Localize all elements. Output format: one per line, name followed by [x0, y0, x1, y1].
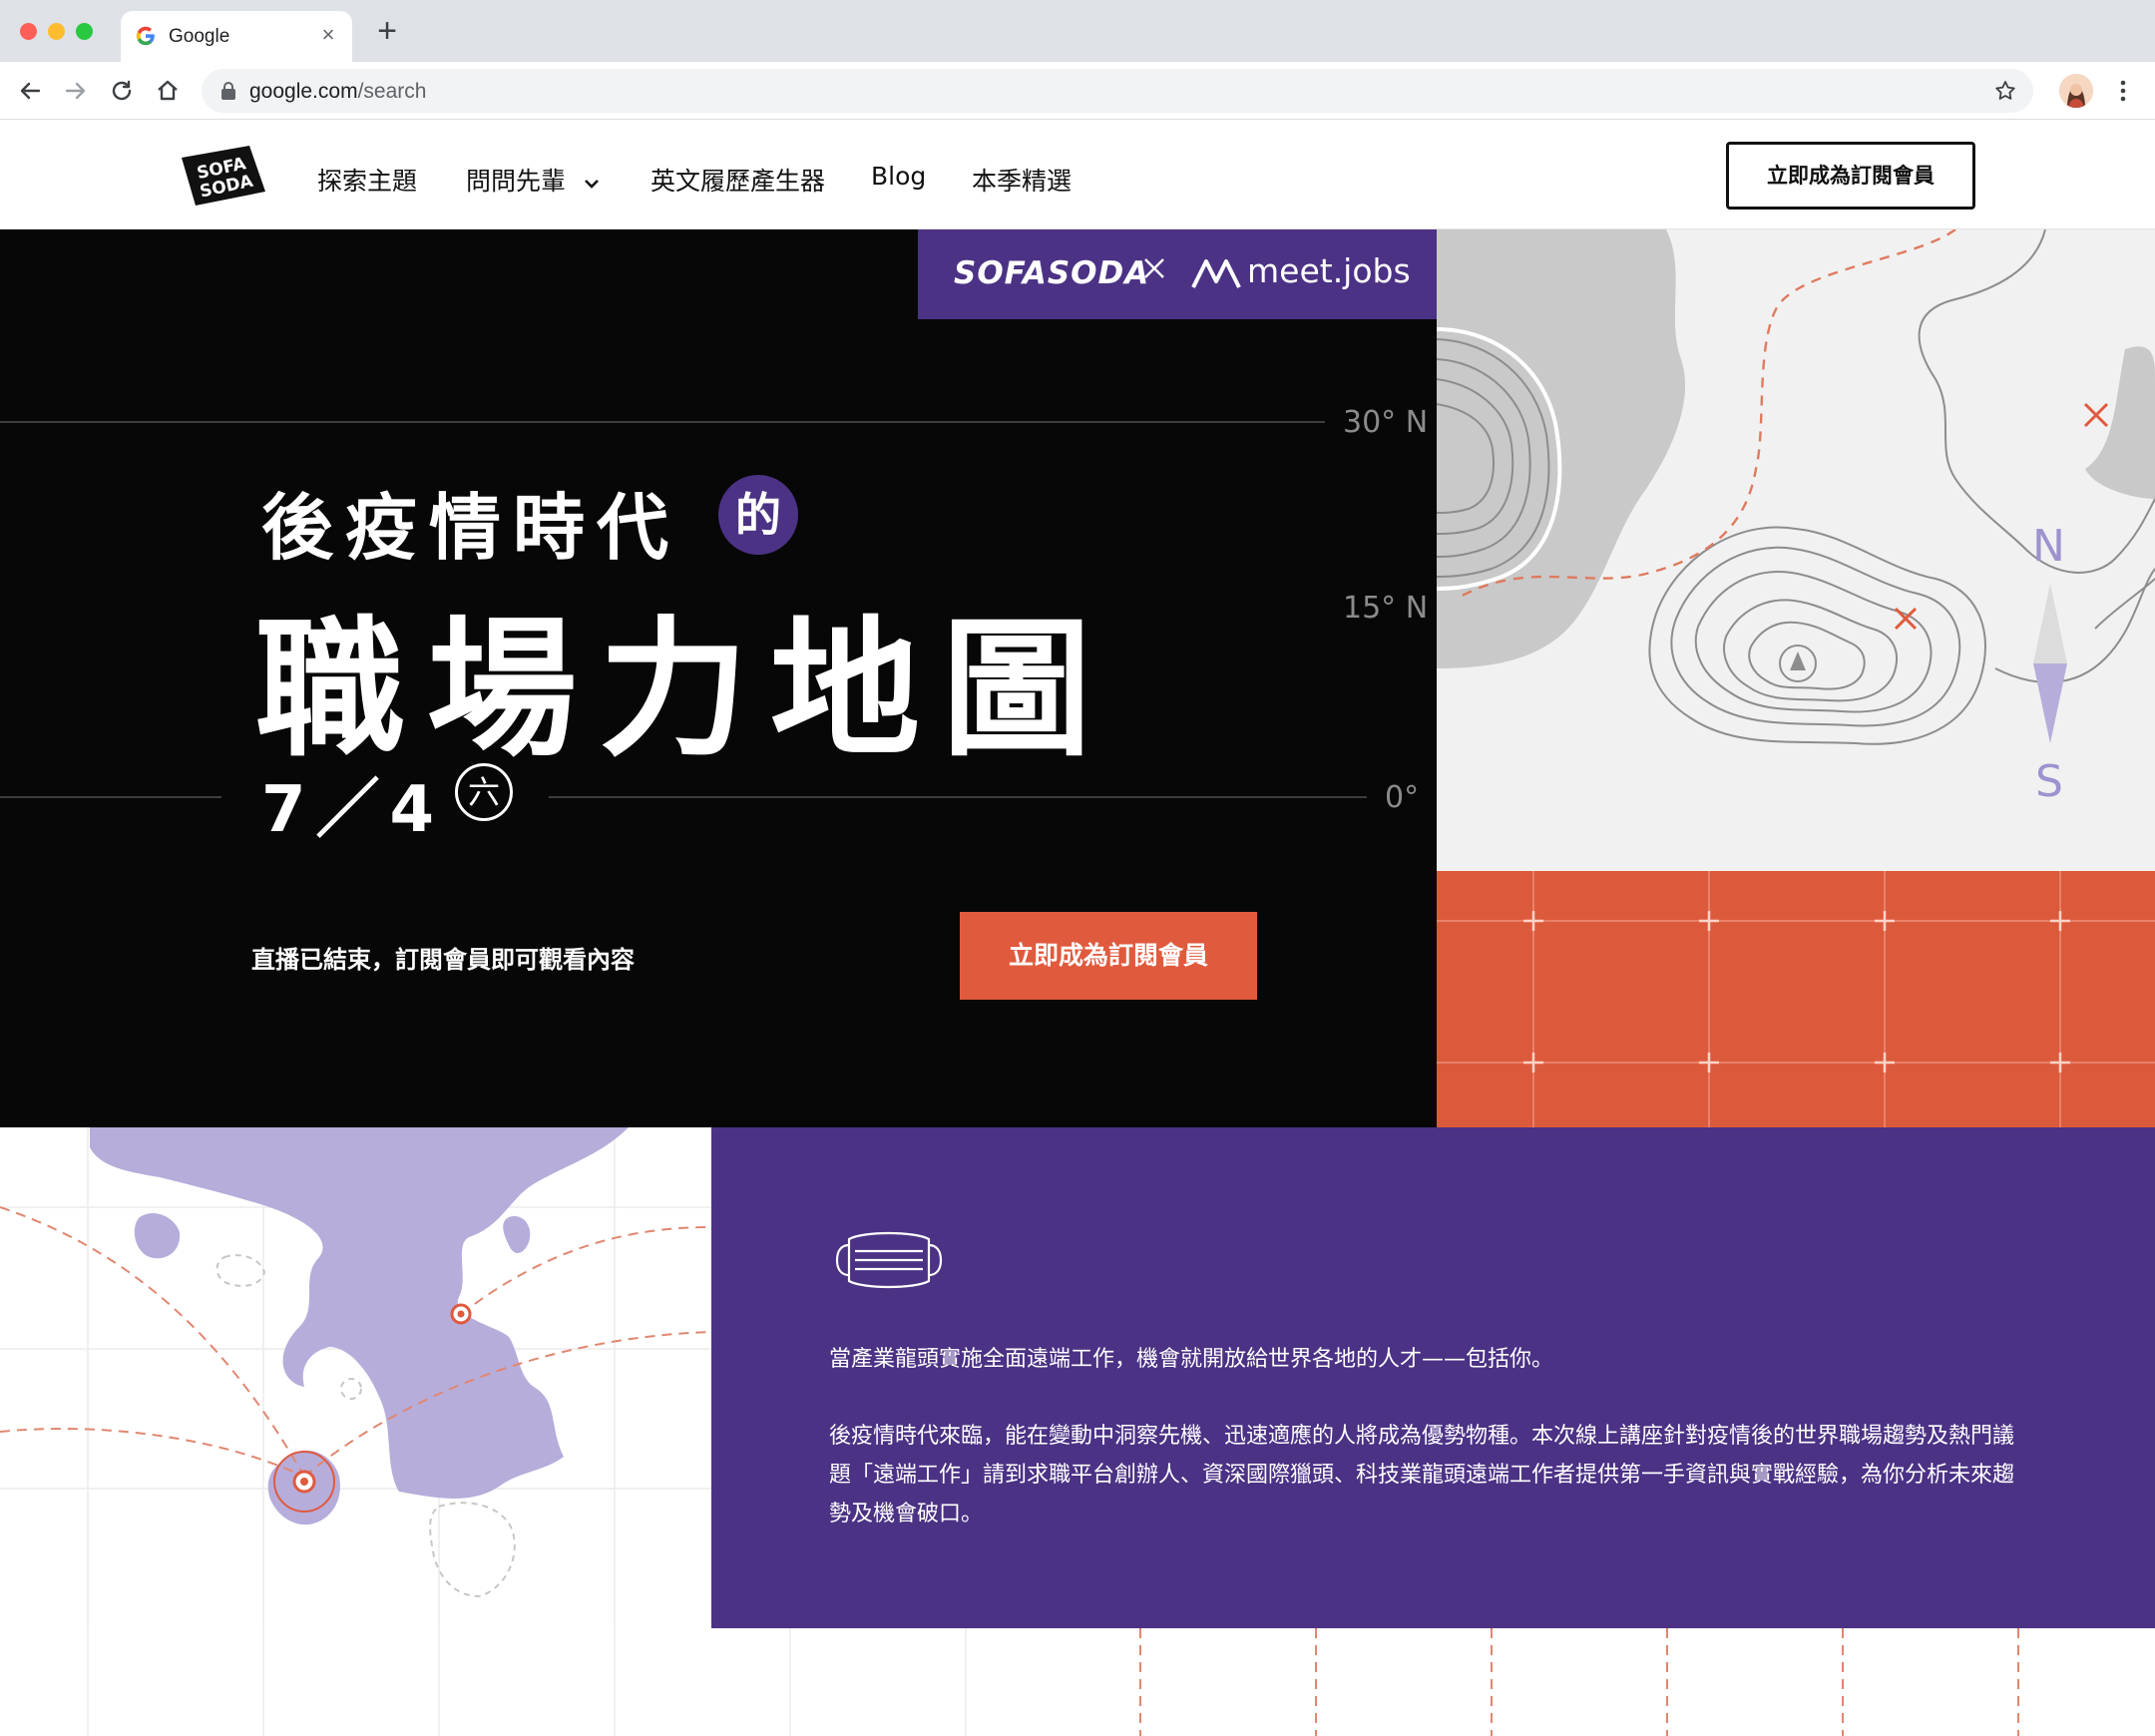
back-arrow-icon[interactable]: [14, 75, 46, 107]
url-text: google.com/search: [249, 80, 426, 104]
face-mask-icon: [835, 1231, 943, 1289]
hero-subtitle: 後疫情時代: [261, 486, 681, 570]
tab-title: Google: [169, 26, 230, 47]
bottom-grid-pattern: [87, 1628, 2019, 1736]
chevron-down-icon: [585, 180, 599, 189]
window-close-button[interactable]: [20, 23, 37, 40]
bottom-grid-strip: [0, 1628, 2155, 1736]
lock-icon: [221, 82, 235, 100]
asia-map-illustration: [0, 1127, 711, 1628]
profile-avatar-icon: [2059, 74, 2093, 108]
browser-menu-icon[interactable]: [2111, 76, 2135, 106]
description-paragraph-2: 後疫情時代來臨，能在變動中洞察先機、迅速適應的人將成為優勢物種。本次線上講座針對…: [829, 1424, 2015, 1526]
nav-blog[interactable]: Blog: [871, 162, 926, 191]
compass-north-label: N: [2032, 521, 2065, 572]
nav-ask-senpai[interactable]: 問問先輩: [466, 162, 600, 198]
hero-title: 職場力地圖: [255, 604, 1114, 777]
google-favicon-icon: [136, 26, 155, 46]
collab-x-icon: [1144, 258, 1164, 278]
url-path: /search: [357, 80, 427, 103]
sofasoda-logo[interactable]: SOFA SODA: [176, 144, 271, 208]
partner-sofasoda-logo: SOFASODA: [954, 255, 1150, 291]
orange-grid-panel: [1437, 871, 2155, 1127]
nav-ask-senpai-label: 問問先輩: [466, 167, 567, 196]
site-header: SOFA SODA 探索主題 問問先輩 英文履歷產生器 Blog 本季精選 立即…: [0, 120, 2155, 229]
hero-banner: SOFASODA meet.jobs 30° N 15° N 0° 後疫情時代 …: [0, 229, 1437, 1127]
nav-resume-generator[interactable]: 英文履歷產生器: [650, 162, 825, 198]
forward-arrow-icon[interactable]: [60, 75, 92, 107]
live-ended-note: 直播已結束，訂閱會員即可觀看內容: [251, 946, 635, 974]
latitude-label-30n: 30° N: [1343, 405, 1429, 440]
asia-map-art: [0, 1127, 711, 1628]
browser-tab-strip: Google × +: [0, 0, 2155, 62]
address-bar[interactable]: google.com/search: [202, 69, 2033, 113]
url-host: google.com: [249, 80, 358, 103]
latitude-line-30: [0, 421, 1325, 423]
latitude-label-0: 0°: [1385, 780, 1420, 815]
reload-icon[interactable]: [106, 75, 138, 107]
new-tab-button[interactable]: +: [373, 14, 401, 48]
home-icon[interactable]: [152, 75, 184, 107]
browser-tab[interactable]: Google ×: [121, 11, 352, 62]
window-minimize-button[interactable]: [48, 23, 65, 40]
hero-subscribe-button[interactable]: 立即成為訂閱會員: [960, 912, 1257, 1000]
latitude-line-0-left: [0, 796, 221, 798]
latitude-line-0-right: [549, 796, 1367, 798]
compass-south-label: S: [2035, 756, 2063, 807]
latitude-label-15n: 15° N: [1343, 591, 1429, 626]
bookmark-star-icon[interactable]: [1993, 79, 2017, 103]
partner-badge: SOFASODA meet.jobs: [918, 229, 1437, 319]
event-weekday: 六: [455, 763, 513, 821]
nav-season-picks[interactable]: 本季精選: [972, 162, 1072, 198]
browser-toolbar: google.com/search: [0, 62, 2155, 120]
window-zoom-button[interactable]: [76, 23, 93, 40]
subscribe-button[interactable]: 立即成為訂閱會員: [1726, 142, 1975, 210]
event-description-panel: 當產業龍頭實施全面遠端工作，機會就開放給世界各地的人才——包括你。 後疫情時代來…: [711, 1127, 2155, 1628]
tab-close-icon[interactable]: ×: [316, 23, 340, 47]
description-paragraph-1: 當產業龍頭實施全面遠端工作，機會就開放給世界各地的人才——包括你。: [829, 1347, 1554, 1372]
topographic-map: N S: [1437, 229, 2155, 871]
partner-meetjobs-logo: meet.jobs: [1247, 251, 1411, 290]
grid-pattern: [1437, 871, 2155, 1127]
event-date: 7／4: [261, 773, 445, 847]
hero-subtitle-badge: 的: [718, 475, 798, 555]
profile-avatar[interactable]: [2059, 74, 2093, 108]
meetjobs-logo-icon: [1191, 259, 1241, 288]
nav-explore-topics[interactable]: 探索主題: [317, 162, 417, 198]
